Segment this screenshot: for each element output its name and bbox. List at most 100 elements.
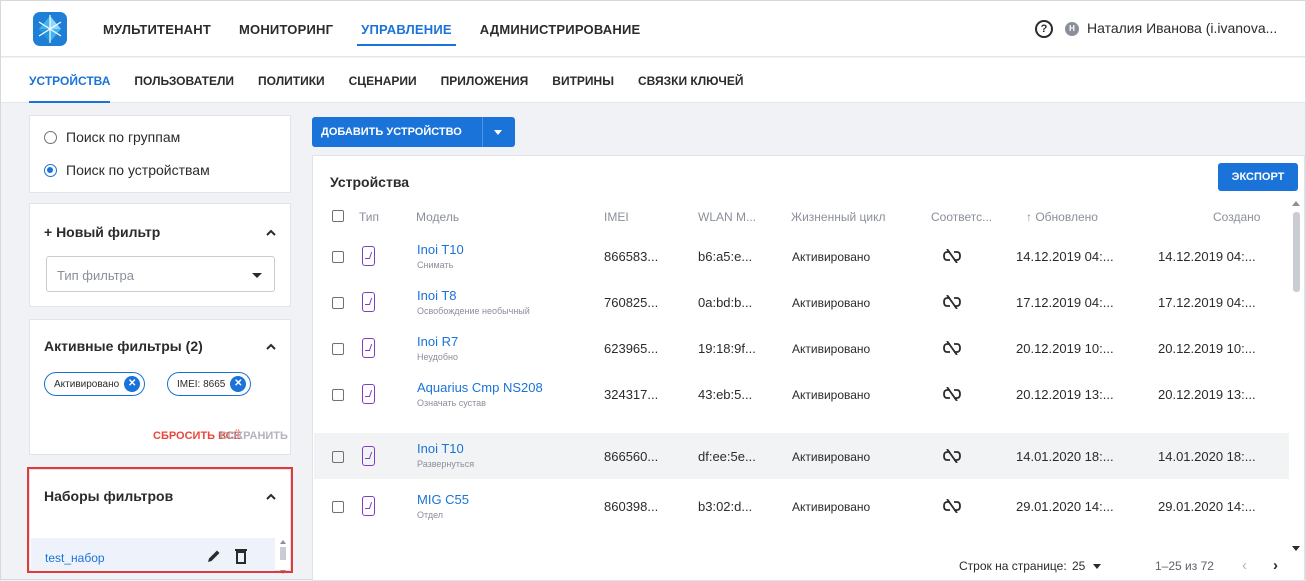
tab-policies[interactable]: ПОЛИТИКИ [246, 58, 337, 103]
tab-users[interactable]: ПОЛЬЗОВАТЕЛИ [122, 58, 246, 103]
created-cell: 14.12.2019 04:... [1158, 249, 1256, 264]
filter-set-name[interactable]: test_набор [45, 551, 105, 565]
caret-down-icon [252, 273, 262, 278]
add-device-label: ДОБАВИТЬ УСТРОЙСТВО [321, 126, 462, 138]
unlink-icon [943, 449, 961, 463]
topnav-management[interactable]: УПРАВЛЕНИЕ [347, 1, 466, 57]
device-model-link[interactable]: Inoi T10 [417, 242, 464, 257]
close-icon[interactable]: ✕ [230, 376, 247, 392]
trash-icon[interactable] [234, 548, 248, 564]
lifecycle-cell: Активировано [792, 450, 871, 464]
phone-icon [362, 496, 375, 516]
imei-cell: 760825... [604, 295, 659, 310]
table-row[interactable]: Inoi R7 Неудобно 623965... 19:18:9f... А… [314, 325, 1289, 371]
device-subtitle: Означать сустав [417, 398, 486, 408]
chevron-up-icon[interactable] [266, 342, 276, 352]
device-subtitle: Развернуться [417, 459, 475, 469]
table-row[interactable]: Inoi T10 Снимать 866583... b6:a5:e... Ак… [314, 233, 1289, 279]
device-model-link[interactable]: Aquarius Cmp NS208 [417, 380, 543, 395]
radio-checked-icon[interactable] [44, 163, 57, 177]
top-navbar: МУЛЬТИТЕНАНТ МОНИТОРИНГ УПРАВЛЕНИЕ АДМИН… [1, 1, 1305, 57]
updated-cell: 20.12.2019 10:... [1016, 341, 1114, 356]
column-header-model[interactable]: Модель [416, 210, 459, 224]
row-checkbox[interactable] [332, 501, 344, 513]
table-row[interactable]: Aquarius Cmp NS208 Означать сустав 32431… [314, 371, 1289, 417]
row-checkbox[interactable] [332, 343, 344, 355]
row-checkbox[interactable] [332, 451, 344, 463]
unlink-icon [943, 295, 961, 309]
created-cell: 17.12.2019 04:... [1158, 295, 1256, 310]
unlink-icon [943, 387, 961, 401]
tab-keychains[interactable]: СВЯЗКИ КЛЮЧЕЙ [626, 58, 755, 103]
created-cell: 14.01.2020 18:... [1158, 449, 1256, 464]
filter-sets-card: Наборы фильтров test_набор [29, 469, 291, 576]
column-header-updated[interactable]: ↑ Обновлено [1026, 210, 1098, 224]
lifecycle-cell: Активировано [792, 342, 871, 356]
radio-icon[interactable] [44, 130, 57, 144]
unlink-icon [943, 249, 961, 263]
wlan-cell: 43:eb:5... [698, 387, 753, 402]
updated-cell: 14.12.2019 04:... [1016, 249, 1114, 264]
tab-showcases[interactable]: ВИТРИНЫ [540, 58, 626, 103]
devices-panel: Устройства ЭКСПОРТ Тип Модель IMEI WLAN … [312, 155, 1305, 581]
imei-cell: 860398... [604, 499, 659, 514]
tab-devices[interactable]: УСТРОЙСТВА [29, 58, 122, 103]
device-model-link[interactable]: MIG C55 [417, 492, 469, 507]
tab-applications[interactable]: ПРИЛОЖЕНИЯ [429, 58, 541, 103]
add-device-button[interactable]: ДОБАВИТЬ УСТРОЙСТВО [312, 117, 515, 147]
new-filter-card: + Новый фильтр Тип фильтра [29, 203, 291, 307]
export-button[interactable]: ЭКСПОРТ [1218, 163, 1298, 191]
sub-navbar: УСТРОЙСТВА ПОЛЬЗОВАТЕЛИ ПОЛИТИКИ СЦЕНАРИ… [1, 58, 1305, 103]
wlan-cell: 19:18:9f... [698, 341, 756, 356]
column-header-wlan[interactable]: WLAN M... [698, 210, 756, 224]
table-scrollbar[interactable] [1290, 200, 1302, 554]
radio-label: Поиск по устройствам [66, 162, 210, 178]
unlink-icon [943, 499, 961, 513]
new-filter-title[interactable]: + Новый фильтр [44, 224, 160, 240]
pencil-icon[interactable] [207, 549, 221, 563]
tab-scenarios[interactable]: СЦЕНАРИИ [337, 58, 429, 103]
radio-label: Поиск по группам [66, 129, 181, 145]
close-icon[interactable]: ✕ [124, 376, 141, 392]
radio-search-groups[interactable]: Поиск по группам [44, 129, 180, 145]
device-model-link[interactable]: Inoi T10 [417, 441, 464, 456]
phone-icon [362, 384, 375, 404]
filter-type-select[interactable]: Тип фильтра [46, 256, 275, 292]
column-header-lifecycle[interactable]: Жизненный цикл [791, 210, 885, 224]
column-header-type[interactable]: Тип [359, 210, 379, 224]
device-model-link[interactable]: Inoi R7 [417, 334, 458, 349]
caret-down-icon[interactable] [494, 129, 502, 135]
topnav-multitenant[interactable]: МУЛЬТИТЕНАНТ [89, 1, 225, 57]
logo-icon[interactable] [33, 12, 67, 46]
column-header-created[interactable]: Создано [1213, 210, 1260, 224]
created-cell: 29.01.2020 14:... [1158, 499, 1256, 514]
table-row[interactable]: Inoi T10 Развернуться 866560... df:ee:5e… [314, 433, 1289, 479]
topnav-monitoring[interactable]: МОНИТОРИНГ [225, 1, 347, 57]
help-icon[interactable]: ? [1035, 20, 1053, 38]
row-checkbox[interactable] [332, 297, 344, 309]
column-header-imei[interactable]: IMEI [604, 210, 629, 224]
device-model-link[interactable]: Inoi T8 [417, 288, 457, 303]
filter-set-item[interactable]: test_набор [31, 538, 275, 576]
save-button[interactable]: СОХРАНИТЬ [220, 430, 288, 442]
chevron-up-icon[interactable] [266, 492, 276, 502]
updated-cell: 29.01.2020 14:... [1016, 499, 1114, 514]
column-header-compliance[interactable]: Соответс... [931, 210, 992, 224]
row-checkbox[interactable] [332, 389, 344, 401]
prev-page-icon[interactable]: ‹ [1242, 557, 1256, 574]
filter-sets-scrollbar[interactable] [279, 540, 287, 574]
active-filters-title: Активные фильтры (2) [44, 338, 203, 354]
avatar[interactable]: Н [1065, 22, 1079, 36]
user-name[interactable]: Наталия Иванова (i.ivanova... [1087, 20, 1277, 36]
created-cell: 20.12.2019 13:... [1158, 387, 1256, 402]
chevron-up-icon[interactable] [266, 228, 276, 238]
row-checkbox[interactable] [332, 251, 344, 263]
phone-icon [362, 246, 375, 266]
next-page-icon[interactable]: › [1273, 557, 1287, 574]
table-row[interactable]: Inoi T8 Освобождение необычный 760825...… [314, 279, 1289, 325]
radio-search-devices[interactable]: Поиск по устройствам [44, 162, 210, 178]
topnav-administration[interactable]: АДМИНИСТРИРОВАНИЕ [466, 1, 655, 57]
table-row[interactable]: MIG C55 Отдел 860398... b3:02:d... Актив… [314, 483, 1289, 529]
rows-per-page-select[interactable]: 25 [1072, 559, 1101, 573]
select-all-checkbox[interactable] [332, 210, 344, 222]
